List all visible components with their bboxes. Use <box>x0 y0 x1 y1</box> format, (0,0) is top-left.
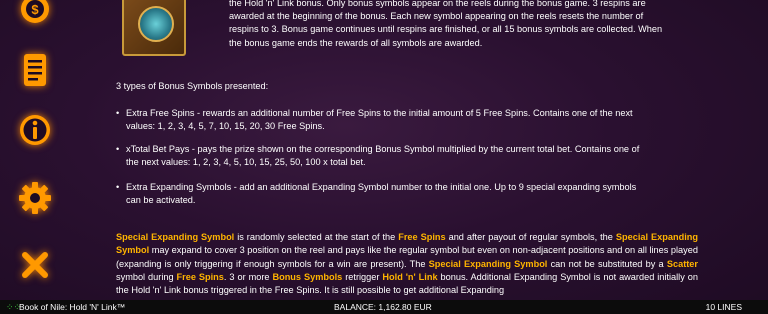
intro-line: the bonus game ends the rewards of all s… <box>229 37 483 48</box>
bullet-line: xTotal Bet Pays - pays the prize shown o… <box>126 144 640 155</box>
close-icon <box>22 252 48 278</box>
bullet-line: Extra Free Spins - rewards an additional… <box>126 108 633 119</box>
close-button[interactable] <box>12 242 58 288</box>
highlight-term: Special Expanding Symbol <box>116 232 235 242</box>
bullet-dot: • <box>116 144 120 154</box>
eye-emblem-icon <box>138 6 174 42</box>
special-expanding-symbol-paragraph: Special Expanding Symbol is randomly sel… <box>116 231 698 297</box>
bullet-xtotal-bet-pays: • xTotal Bet Pays - pays the prize shown… <box>116 143 698 169</box>
book-symbol-image <box>122 0 186 56</box>
highlight-term: Special Expanding Symbol <box>428 258 548 269</box>
svg-text:$: $ <box>31 2 39 17</box>
info-icon <box>20 115 50 145</box>
lines-display: 10 LINES <box>705 302 742 312</box>
bullet-dot: • <box>116 182 120 192</box>
bonus-description: the Hold 'n' Link bonus. Only bonus symb… <box>229 0 699 50</box>
paragraph-text: retrigger <box>342 271 383 282</box>
paragraph-text: can not be substituted by a <box>547 258 667 269</box>
intro-line: awarded at the beginning of the bonus. E… <box>229 11 644 22</box>
bullet-dot: • <box>116 108 120 118</box>
highlight-term: Scatter <box>666 258 698 269</box>
bullet-line: Extra Expanding Symbols - add an additio… <box>126 182 637 193</box>
bullet-extra-free-spins: • Extra Free Spins - rewards an addition… <box>116 107 698 133</box>
highlight-term: Bonus Symbols <box>272 271 343 282</box>
gear-icon <box>19 182 51 214</box>
settings-button[interactable] <box>12 175 58 221</box>
bullet-extra-expanding-symbols: • Extra Expanding Symbols - add an addit… <box>116 181 698 207</box>
highlight-term: Hold 'n' Link <box>382 271 438 282</box>
paytable-button[interactable] <box>12 47 58 93</box>
paragraph-text: . 3 or more <box>223 271 273 282</box>
paragraph-text: is randomly selected at the start of the <box>234 232 399 242</box>
coins-button[interactable]: $ <box>12 0 58 32</box>
bonus-types-heading: 3 types of Bonus Symbols presented: <box>116 81 269 91</box>
intro-line: respins to 3. Bonus game continues until… <box>229 24 663 35</box>
balance-display: BALANCE: 1,162.80 EUR <box>334 302 432 312</box>
paragraph-text: and after payout of regular symbols, the <box>445 232 616 242</box>
coin-stack-icon: $ <box>21 0 49 23</box>
highlight-term: Free Spins <box>398 232 446 242</box>
bullet-line: values: 1, 2, 3, 4, 5, 7, 10, 15, 20, 30… <box>126 121 325 132</box>
highlight-term: Special <box>615 232 649 242</box>
sidebar: $ <box>0 0 70 300</box>
intro-line: the Hold 'n' Link bonus. Only bonus symb… <box>229 0 646 8</box>
game-title: Book of Nile: Hold 'N' Link™ <box>19 302 126 312</box>
paragraph-text: symbol during <box>116 271 177 282</box>
footer-bar: ⁘⁘ Book of Nile: Hold 'N' Link™ BALANCE:… <box>0 300 768 314</box>
bullet-line: the next values: 1, 2, 3, 4, 5, 10, 15, … <box>126 157 366 168</box>
highlight-term: Free Spins <box>176 271 224 282</box>
info-button[interactable] <box>12 107 58 153</box>
scroll-icon <box>24 54 46 86</box>
bullet-line: can be activated. <box>126 195 196 206</box>
